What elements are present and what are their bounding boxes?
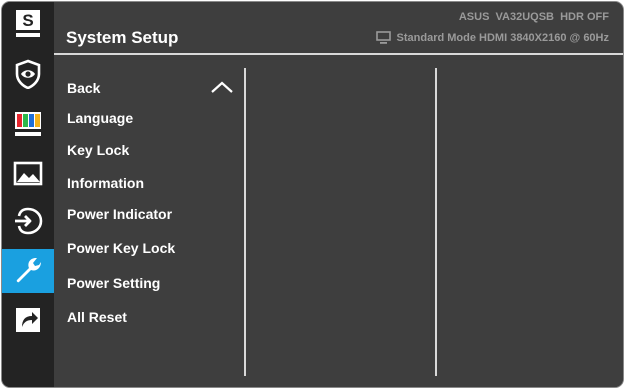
color-icon	[15, 112, 41, 136]
sidebar-item-image[interactable]	[2, 152, 54, 196]
sidebar-item-color[interactable]	[2, 102, 54, 146]
monitor-icon	[375, 31, 391, 44]
sidebar-item-system-setup[interactable]	[2, 249, 54, 293]
sidebar-item-splendid[interactable]: S	[2, 2, 54, 46]
model-info: ASUS VA32UQSB HDR OFF	[458, 11, 609, 23]
system-setup-wrench-icon	[16, 258, 41, 283]
menu-item-key-lock[interactable]: Key Lock	[67, 142, 129, 158]
column-divider-1	[244, 68, 246, 376]
menu-item-all-reset[interactable]: All Reset	[67, 309, 127, 325]
image-icon	[13, 161, 43, 186]
sidebar: S	[2, 2, 54, 387]
column-divider-2	[435, 68, 437, 376]
eye-care-icon	[15, 59, 41, 89]
header-divider	[54, 53, 623, 55]
sidebar-item-shortcut[interactable]	[2, 298, 54, 342]
main-panel: System Setup ASUS VA32UQSB HDR OFF Stand…	[54, 2, 623, 387]
osd-window: S System Setup ASUS VA32UQSB HDR OFF Sta…	[1, 1, 624, 388]
status-text: Standard Mode HDMI 3840X2160 @ 60Hz	[396, 31, 609, 44]
splendid-icon: S	[16, 10, 40, 37]
input-select-icon	[15, 207, 43, 235]
menu-item-back[interactable]: Back	[67, 80, 100, 96]
sidebar-item-input-select[interactable]	[2, 199, 54, 243]
menu-item-information[interactable]: Information	[67, 175, 144, 191]
menu-item-language[interactable]: Language	[67, 110, 133, 126]
menu-item-power-setting[interactable]: Power Setting	[67, 275, 160, 291]
page-title: System Setup	[66, 28, 179, 47]
status-bar: Standard Mode HDMI 3840X2160 @ 60Hz	[375, 31, 609, 44]
menu-item-power-indicator[interactable]: Power Indicator	[67, 206, 172, 222]
chevron-up-icon[interactable]	[210, 80, 234, 94]
sidebar-item-eye-care[interactable]	[2, 52, 54, 96]
menu-item-power-key-lock[interactable]: Power Key Lock	[67, 240, 175, 256]
svg-text:S: S	[22, 11, 33, 30]
shortcut-icon	[16, 308, 40, 332]
